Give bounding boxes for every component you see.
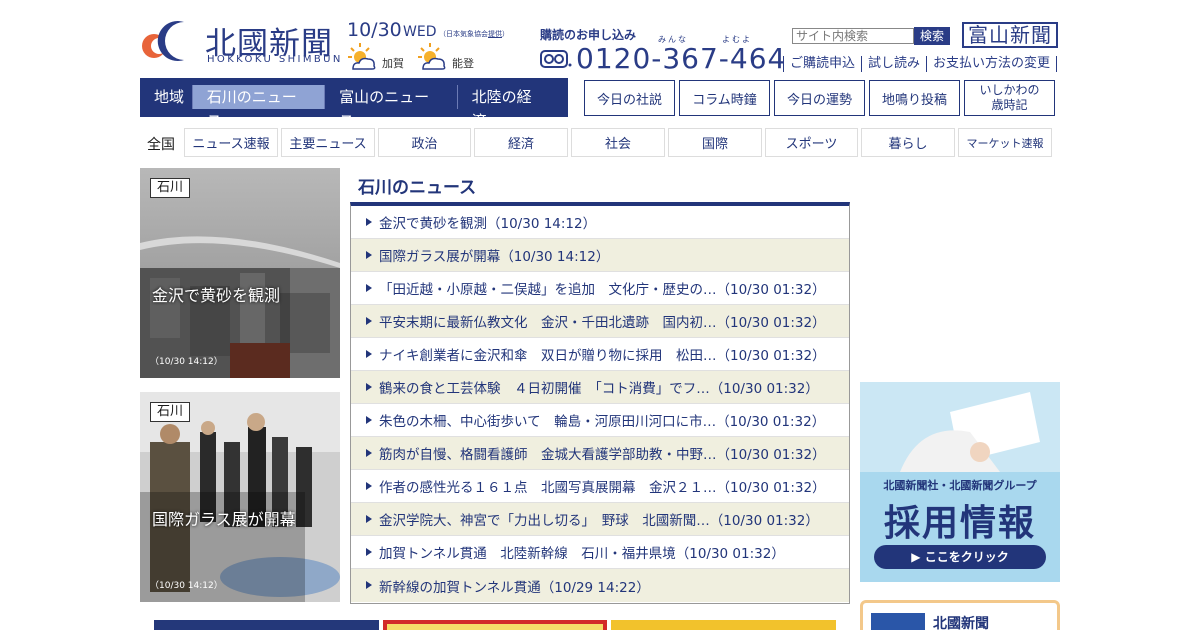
region-nav: 地域 石川のニュース 富山のニュース 北陸の経済 — [140, 78, 568, 130]
subscribe-title: 購読のお申し込み — [540, 28, 637, 42]
weather-credit: （日本気象協会提供） — [439, 30, 509, 38]
photo-title[interactable]: 金沢で黄砂を観測 — [152, 282, 280, 306]
list-item[interactable]: 筋肉が自慢、格闘看護師 金城大看護学部助教・中野…（10/30 01:32） — [351, 437, 849, 470]
hokkoku-banner-text: 北國新聞 — [933, 616, 989, 630]
tab-hokuriku-economy[interactable]: 北陸の経済 — [456, 85, 560, 130]
list-item[interactable]: 加賀トンネル貫通 北陸新幹線 石川・福井県境（10/30 01:32） — [351, 536, 849, 569]
triangle-bullet-icon — [366, 482, 372, 490]
list-item[interactable]: 作者の感性光る１６１点 北國写真展開幕 金沢２１…（10/30 01:32） — [351, 470, 849, 503]
sun-cloud-icon — [418, 43, 446, 70]
link-payment-change[interactable]: お支払い方法の変更 — [927, 56, 1058, 72]
triangle-bullet-icon — [366, 515, 372, 523]
link-trial[interactable]: 試し読み — [862, 56, 928, 72]
photo-title[interactable]: 国際ガラス展が開幕 — [152, 506, 296, 530]
search-button[interactable]: 検索 — [914, 27, 950, 45]
reader-post-button[interactable]: 地鳴り投稿 — [869, 80, 960, 116]
list-item[interactable]: 「田近越・小原越・二俣越」を追加 文化庁・歴史の…（10/30 01:32） — [351, 272, 849, 305]
toyama-shimbun-button[interactable]: 富山新聞 — [962, 22, 1058, 48]
tab-toyama-news[interactable]: 富山のニュース — [324, 85, 456, 130]
news-section-heading: 石川のニュース — [358, 178, 477, 198]
news-list: 金沢で黄砂を観測（10/30 14:12） 国際ガラス展が開幕（10/30 14… — [350, 202, 850, 604]
triangle-bullet-icon — [366, 581, 372, 589]
triangle-bullet-icon — [366, 350, 372, 358]
triangle-bullet-icon — [366, 284, 372, 292]
ad-company: 北國新聞社・北國新聞グループ — [883, 479, 1037, 492]
weather-label-noto: 能登 — [452, 57, 474, 70]
recruitment-ad-banner[interactable]: 北國新聞社・北國新聞グループ 採用情報 ▶ ここをクリック — [860, 382, 1060, 582]
bottom-banner-3[interactable] — [611, 620, 836, 630]
triangle-bullet-icon — [366, 449, 372, 457]
top-links: ご購読申込 試し読み お支払い方法の変更 — [783, 56, 1058, 72]
list-item[interactable]: 国際ガラス展が開幕（10/30 14:12） — [351, 239, 849, 272]
bottom-banner-2[interactable] — [383, 620, 607, 630]
ad-title: 採用情報 — [883, 503, 1036, 544]
list-item[interactable]: ナイキ創業者に金沢和傘 双日が贈り物に採用 松田…（10/30 01:32） — [351, 338, 849, 371]
bottom-banner-1[interactable] — [154, 620, 379, 630]
editorial-button[interactable]: 今日の社説 — [584, 80, 675, 116]
exhibition-photo — [140, 392, 340, 602]
hokkoku-logo-icon — [871, 613, 925, 630]
triangle-bullet-icon — [366, 251, 372, 259]
tab-ishikawa-news[interactable]: 石川のニュース — [191, 85, 325, 130]
category-sports[interactable]: スポーツ — [765, 128, 858, 157]
region-nav-label: 地域 — [154, 88, 185, 106]
weather-credit-link[interactable]: 提供 — [488, 30, 502, 38]
triangle-bullet-icon — [366, 218, 372, 226]
current-weekday: WED — [403, 24, 437, 40]
category-market[interactable]: マーケット速報 — [958, 128, 1052, 157]
freedial-icon — [540, 50, 572, 68]
weather-label-kaga: 加賀 — [382, 57, 404, 70]
category-lifestyle[interactable]: 暮らし — [861, 128, 955, 157]
search-input[interactable] — [792, 28, 914, 44]
column-jisho-button[interactable]: コラム時鐘 — [679, 80, 770, 116]
category-politics[interactable]: 政治 — [378, 128, 471, 157]
link-subscribe[interactable]: ご購読申込 — [783, 56, 863, 72]
list-item[interactable]: 鶴来の食と工芸体験 ４日初開催 「コト消費」でフ…（10/30 01:32） — [351, 371, 849, 404]
category-top-news[interactable]: 主要ニュース — [281, 128, 375, 157]
ad-click-button[interactable]: ▶ ここをクリック — [874, 545, 1046, 569]
subscribe-tel[interactable]: 0120-367-464 — [576, 42, 786, 75]
triangle-bullet-icon — [366, 548, 372, 556]
sun-cloud-icon — [348, 43, 376, 70]
fortune-button[interactable]: 今日の運勢 — [774, 80, 865, 116]
list-item[interactable]: 平安末期に最新仏教文化 金沢・千田北遺跡 国内初…（10/30 01:32） — [351, 305, 849, 338]
category-society[interactable]: 社会 — [571, 128, 665, 157]
hokkoku-banner[interactable]: 北國新聞 — [860, 600, 1060, 630]
list-item[interactable]: 朱色の木柵、中心街歩いて 輪島・河原田川河口に市…（10/30 01:32） — [351, 404, 849, 437]
category-breaking-news[interactable]: ニュース速報 — [184, 128, 278, 157]
triangle-bullet-icon — [366, 416, 372, 424]
list-item[interactable]: 新幹線の加賀トンネル貫通（10/29 14:22） — [351, 569, 849, 602]
triangle-bullet-icon — [366, 383, 372, 391]
photo-timestamp: （10/30 14:12） — [150, 357, 223, 367]
city-photo — [140, 168, 340, 378]
ishikawa-calendar-button[interactable]: いしかわの 歳時記 — [964, 80, 1055, 116]
category-international[interactable]: 国際 — [668, 128, 762, 157]
logo-icon[interactable] — [140, 16, 200, 64]
category-economy[interactable]: 経済 — [474, 128, 568, 157]
region-badge: 石川 — [150, 178, 191, 198]
triangle-bullet-icon — [366, 317, 372, 325]
list-item[interactable]: 金沢で黄砂を観測（10/30 14:12） — [351, 206, 849, 239]
list-item[interactable]: 金沢学院大、神宮で「力出し切る」 野球 北國新聞…（10/30 01:32） — [351, 503, 849, 536]
logo-subtitle: HOKKOKU SHIMBUN — [207, 54, 343, 65]
current-date: 10/30 — [347, 19, 402, 41]
photo-card[interactable]: 石川 国際ガラス展が開幕 （10/30 14:12） — [140, 392, 340, 602]
category-all-label[interactable]: 全国 — [147, 134, 175, 154]
photo-card[interactable]: 石川 金沢で黄砂を観測 （10/30 14:12） — [140, 168, 340, 378]
photo-timestamp: （10/30 14:12） — [150, 581, 223, 591]
region-badge: 石川 — [150, 402, 191, 422]
